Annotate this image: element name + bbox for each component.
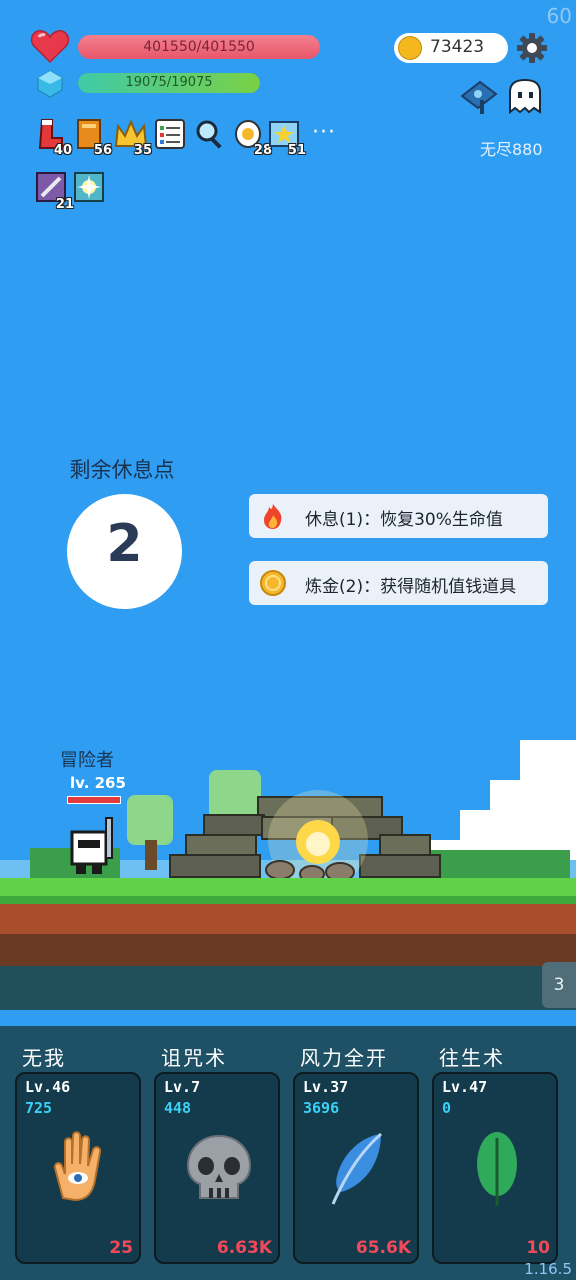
- skill-card[interactable]: Lv.37 3696 65.6K: [293, 1072, 419, 1264]
- skill-cost: 6.63K: [216, 1238, 272, 1258]
- hand-eye-icon: [53, 1131, 102, 1202]
- magnifier-icon[interactable]: [194, 118, 226, 152]
- skill-name: 无我: [22, 1046, 66, 1070]
- endless-level: 无尽880: [480, 140, 543, 159]
- skill-level: Lv.7: [164, 1078, 201, 1096]
- skill-card[interactable]: Lv.47 0 10: [432, 1072, 558, 1264]
- side-tab-badge[interactable]: 3: [542, 962, 576, 1008]
- hero-hp-bar: [67, 796, 121, 804]
- skill-name: 风力全开: [300, 1046, 388, 1070]
- boss-flag-icon[interactable]: [460, 78, 502, 116]
- skill-cost: 65.6K: [355, 1238, 411, 1258]
- crystal-icon: [37, 70, 63, 98]
- coin-icon: [398, 36, 422, 60]
- version-label: 1.16.5: [524, 1260, 572, 1278]
- leaf-icon: [477, 1132, 517, 1206]
- item-count: 40: [53, 143, 72, 158]
- skill-panel: 无我 诅咒术 风力全开 往生术 Lv.46 725 25 Lv.7 448 6.…: [0, 1026, 576, 1280]
- mp-bar: 19075/19075: [78, 73, 260, 93]
- egg-icon[interactable]: 28: [234, 118, 272, 158]
- feather-icon: [331, 1132, 382, 1205]
- heart-icon: [30, 30, 70, 64]
- skill-value: 725: [25, 1099, 53, 1117]
- ghost-icon[interactable]: [506, 78, 544, 116]
- sparkle-icon[interactable]: [74, 172, 106, 206]
- list-icon[interactable]: [154, 118, 186, 152]
- skull-icon: [186, 1134, 252, 1199]
- skill-name: 诅咒术: [161, 1046, 227, 1070]
- skill-value: 448: [164, 1099, 192, 1117]
- rest-option-label: 休息(1)：恢复30%生命值: [305, 510, 503, 530]
- book-icon[interactable]: 56: [74, 118, 112, 158]
- star-card-icon[interactable]: 51: [268, 118, 306, 158]
- skill-card[interactable]: Lv.46 725 25: [15, 1072, 141, 1264]
- sword-scroll-icon[interactable]: 21: [36, 172, 74, 212]
- hp-text: 401550/401550: [143, 39, 255, 55]
- hero-level: lv. 265: [70, 774, 126, 792]
- skill-name: 往生术: [439, 1046, 505, 1070]
- skill-value: 0: [442, 1099, 452, 1117]
- fps-counter: 60: [546, 4, 572, 28]
- item-count: 51: [287, 143, 306, 158]
- hp-bar: 401550/401550: [78, 35, 320, 59]
- hero-name: 冒险者: [60, 750, 114, 771]
- skill-level: Lv.37: [303, 1078, 349, 1096]
- coin-counter[interactable]: 73423: [394, 33, 508, 63]
- gear-icon[interactable]: [516, 32, 548, 64]
- alchemy-option-label: 炼金(2)：获得随机值钱道具: [305, 577, 517, 597]
- skill-card[interactable]: Lv.7 448 6.63K: [154, 1072, 280, 1264]
- alchemy-option-button[interactable]: 炼金(2)：获得随机值钱道具: [249, 561, 548, 605]
- coin-icon: [260, 570, 286, 596]
- crown-icon[interactable]: 35: [114, 118, 152, 158]
- skill-cost: 10: [526, 1238, 550, 1258]
- skill-value: 3696: [303, 1099, 340, 1117]
- skill-level: Lv.47: [442, 1078, 488, 1096]
- item-count: 35: [133, 143, 152, 158]
- skill-level: Lv.46: [25, 1078, 71, 1096]
- rest-points-label: 剩余休息点: [69, 458, 175, 482]
- item-count: 56: [93, 143, 112, 158]
- item-count: 21: [55, 197, 74, 212]
- mp-text: 19075/19075: [125, 75, 213, 90]
- rest-option-button[interactable]: 休息(1)：恢复30%生命值: [249, 494, 548, 538]
- campfire-scene: [0, 740, 576, 1010]
- coin-value: 73423: [430, 37, 485, 57]
- more-items-button[interactable]: ···: [312, 120, 336, 145]
- fire-icon: [264, 504, 282, 529]
- rest-points-circle: 2: [67, 494, 182, 609]
- hero-hp-fill: [68, 797, 120, 803]
- skill-cost: 25: [109, 1238, 133, 1258]
- boot-icon[interactable]: 40: [34, 118, 72, 158]
- rest-points-count: 2: [106, 514, 143, 574]
